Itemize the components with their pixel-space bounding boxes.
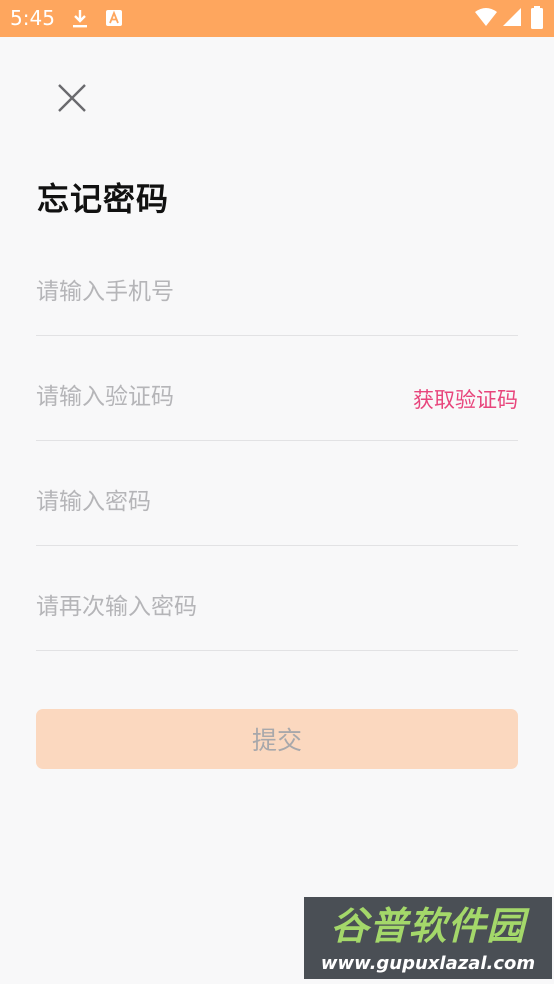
phone-input[interactable]: [36, 231, 518, 335]
close-button[interactable]: [52, 78, 92, 118]
code-field-row: 获取验证码: [36, 336, 518, 441]
watermark-title: 谷普软件园: [330, 904, 526, 948]
a-app-icon: [106, 10, 122, 26]
verification-code-input[interactable]: [36, 336, 396, 440]
password-input[interactable]: [36, 441, 518, 545]
battery-icon: [531, 6, 543, 29]
signal-icon: [503, 8, 521, 26]
watermark-logo: 谷普软件园 www.gupuxlazal.com: [304, 897, 552, 979]
wifi-icon: [475, 8, 497, 26]
close-icon: [58, 84, 86, 112]
get-code-button[interactable]: 获取验证码: [413, 384, 518, 414]
status-time: 5:45: [10, 6, 55, 30]
watermark-url: www.gupuxlazal.com: [320, 953, 536, 974]
confirm-password-field-row: [36, 546, 518, 651]
submit-button[interactable]: 提交: [36, 709, 518, 769]
phone-field-row: [36, 231, 518, 336]
confirm-password-input[interactable]: [36, 546, 518, 650]
status-bar: 5:45: [0, 0, 554, 37]
page-title: 忘记密码: [37, 180, 170, 218]
download-icon: [73, 10, 87, 28]
password-field-row: [36, 441, 518, 546]
